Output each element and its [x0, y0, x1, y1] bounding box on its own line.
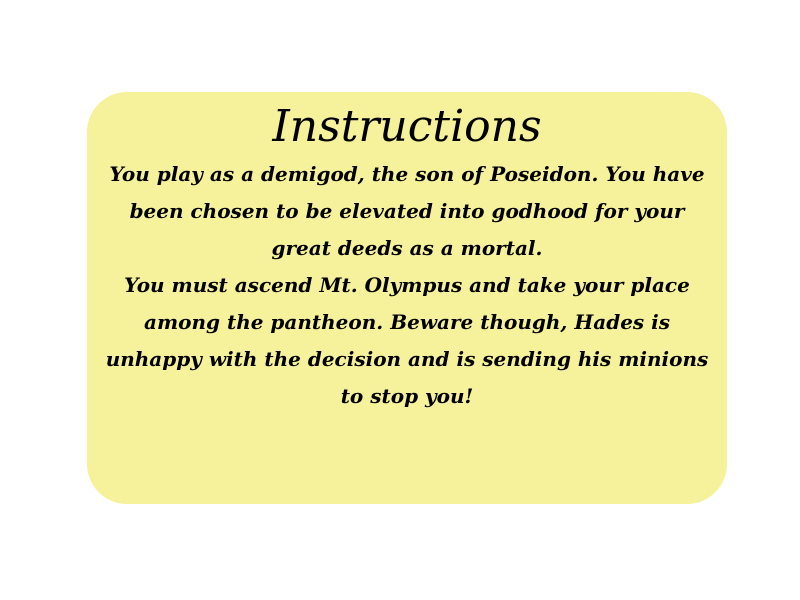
instructions-panel: Instructions You play as a demigod, the …	[87, 92, 727, 504]
instructions-title: Instructions	[272, 101, 542, 152]
game-screen: Instructions You play as a demigod, the …	[0, 0, 800, 600]
instructions-paragraph-story: You play as a demigod, the son of Poseid…	[109, 162, 705, 260]
instructions-paragraph-objective: You must ascend Mt. Olympus and take you…	[105, 273, 709, 408]
